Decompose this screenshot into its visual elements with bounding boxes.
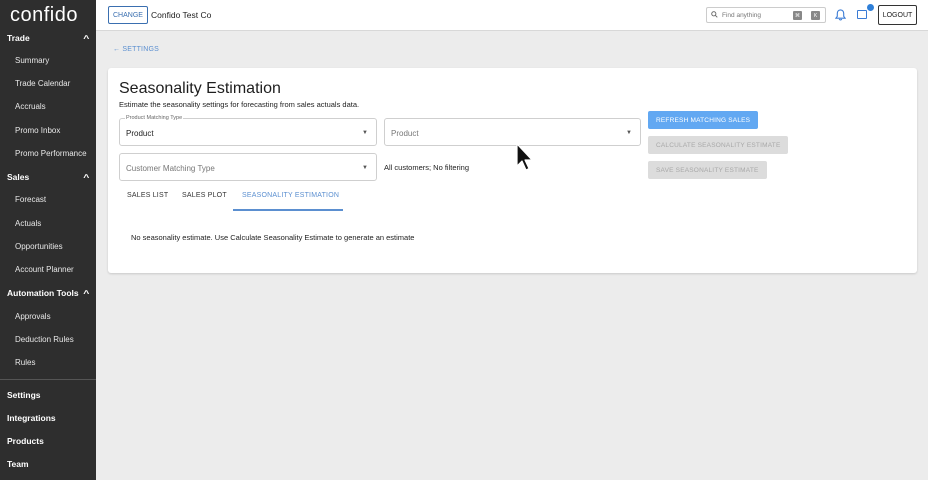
sidebar-section-label: Sales <box>7 172 30 182</box>
field-value: Product <box>126 129 154 138</box>
sidebar-divider <box>0 379 96 380</box>
seasonality-card: Seasonality Estimation Estimate the seas… <box>108 68 917 273</box>
top-bar: CHANGE Confido Test Co Find anything ⌘ K… <box>96 0 928 31</box>
tab-seasonality-estimation[interactable]: SEASONALITY ESTIMATION <box>242 192 339 199</box>
tab-sales-plot[interactable]: SALES PLOT <box>182 192 227 199</box>
sidebar-link-team[interactable]: Team <box>7 459 89 469</box>
sidebar-item-rules[interactable]: Rules <box>15 358 35 367</box>
company-name: Confido Test Co <box>151 10 212 20</box>
calculate-seasonality-estimate-button[interactable]: CALCULATE SEASONALITY ESTIMATE <box>648 136 789 154</box>
customer-matching-type-select[interactable]: Customer Matching Type ▼ <box>119 153 377 181</box>
product-select[interactable]: Product ▼ <box>384 118 641 146</box>
sidebar-item-deduction-rules[interactable]: Deduction Rules <box>15 335 74 344</box>
page-subtitle: Estimate the seasonality settings for fo… <box>119 100 360 109</box>
field-placeholder: Customer Matching Type <box>126 164 215 173</box>
sidebar-item-opportunities[interactable]: Opportunities <box>15 242 63 251</box>
chevron-up-icon: ^ <box>83 288 90 298</box>
back-link-label: SETTINGS <box>122 46 159 53</box>
inbox-icon[interactable] <box>857 10 867 19</box>
page-title: Seasonality Estimation <box>119 80 281 97</box>
sidebar-section-trade[interactable]: Trade ^ <box>7 33 90 43</box>
sidebar-item-forecast[interactable]: Forecast <box>15 195 46 204</box>
sidebar-link-integrations[interactable]: Integrations <box>7 413 89 423</box>
tab-sales-list[interactable]: SALES LIST <box>127 192 168 199</box>
field-placeholder: Product <box>391 129 419 138</box>
chevron-up-icon: ^ <box>83 33 90 43</box>
sidebar-link-products[interactable]: Products <box>7 436 89 446</box>
logout-button[interactable]: LOGOUT <box>878 5 917 25</box>
sidebar-section-label: Trade <box>7 33 30 43</box>
search-icon <box>711 10 718 20</box>
caret-down-icon: ▼ <box>362 130 368 136</box>
sidebar: confido Trade ^ Summary Trade Calendar A… <box>0 0 96 480</box>
refresh-matching-sales-button[interactable]: REFRESH MATCHING SALES <box>648 111 759 129</box>
active-tab-indicator <box>233 209 343 211</box>
sidebar-item-account-planner[interactable]: Account Planner <box>15 265 74 274</box>
sidebar-item-actuals[interactable]: Actuals <box>15 219 41 228</box>
sidebar-section-label: Automation Tools <box>7 288 79 298</box>
chevron-up-icon: ^ <box>83 172 90 182</box>
sidebar-item-accruals[interactable]: Accruals <box>15 102 46 111</box>
bell-icon[interactable] <box>834 9 847 21</box>
sidebar-link-settings[interactable]: Settings <box>7 390 89 400</box>
confido-logo[interactable]: confido <box>10 4 78 27</box>
search-input[interactable]: Find anything ⌘ K <box>706 7 826 23</box>
sidebar-item-summary[interactable]: Summary <box>15 56 49 65</box>
caret-down-icon: ▼ <box>362 165 368 171</box>
sidebar-item-trade-calendar[interactable]: Trade Calendar <box>15 79 70 88</box>
mouse-cursor-icon <box>515 143 535 173</box>
command-key-icon: ⌘ <box>793 11 802 20</box>
sidebar-item-promo-inbox[interactable]: Promo Inbox <box>15 126 60 135</box>
sidebar-item-approvals[interactable]: Approvals <box>15 312 51 321</box>
sidebar-section-sales[interactable]: Sales ^ <box>7 172 90 182</box>
sidebar-section-automation-tools[interactable]: Automation Tools ^ <box>7 288 90 298</box>
arrow-left-icon: ← <box>113 46 121 53</box>
sidebar-item-promo-performance[interactable]: Promo Performance <box>15 149 87 158</box>
back-to-settings-link[interactable]: ← SETTINGS <box>113 46 159 53</box>
caret-down-icon: ▼ <box>626 130 632 136</box>
save-seasonality-estimate-button[interactable]: SAVE SEASONALITY ESTIMATE <box>648 161 767 179</box>
k-key-icon: K <box>811 11 820 20</box>
product-matching-type-select[interactable]: Product Matching Type Product ▼ <box>119 115 377 146</box>
customer-filter-text: All customers; No filtering <box>384 163 470 172</box>
search-placeholder: Find anything <box>722 11 762 19</box>
empty-state-message: No seasonality estimate. Use Calculate S… <box>131 233 415 242</box>
field-label: Product Matching Type <box>125 115 184 121</box>
notification-badge <box>866 3 875 12</box>
change-company-button[interactable]: CHANGE <box>108 6 148 24</box>
